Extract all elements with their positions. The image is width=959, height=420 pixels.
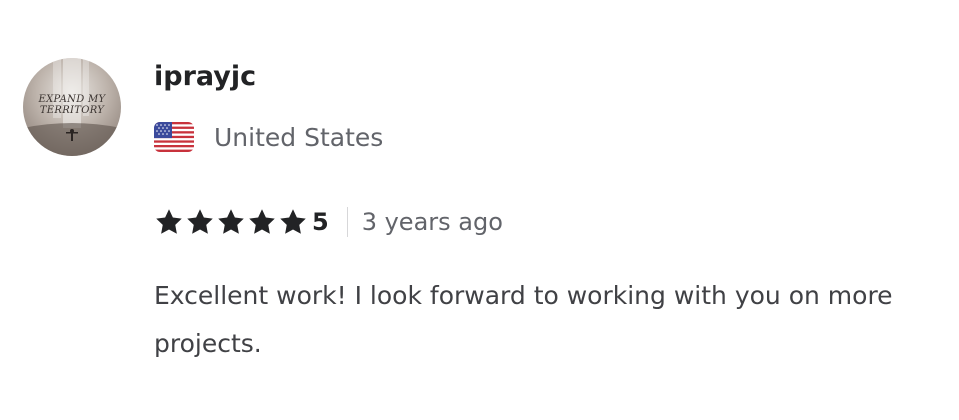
review-comment: Excellent work! I look forward to workin…	[154, 281, 893, 358]
username[interactable]: iprayjc	[154, 60, 256, 94]
star-icon	[280, 209, 306, 234]
star-icon	[156, 209, 182, 234]
star-icon	[187, 209, 213, 234]
country-info: United States	[154, 120, 383, 154]
avatar[interactable]: EXPAND MY TERRITORY	[23, 58, 121, 156]
us-flag-icon	[154, 122, 194, 152]
avatar-logo-text: EXPAND MY TERRITORY	[38, 94, 106, 116]
review-time-ago: 3 years ago	[361, 208, 503, 236]
rating-divider	[346, 207, 348, 237]
rating-row: 5 3 years ago	[154, 204, 503, 240]
star-icon	[249, 209, 275, 234]
star-rating	[154, 207, 309, 237]
country-name: United States	[214, 122, 384, 152]
rating-value: 5	[312, 208, 329, 236]
review-card: EXPAND MY TERRITORY iprayjc United State…	[0, 0, 959, 420]
star-icon	[218, 209, 244, 234]
